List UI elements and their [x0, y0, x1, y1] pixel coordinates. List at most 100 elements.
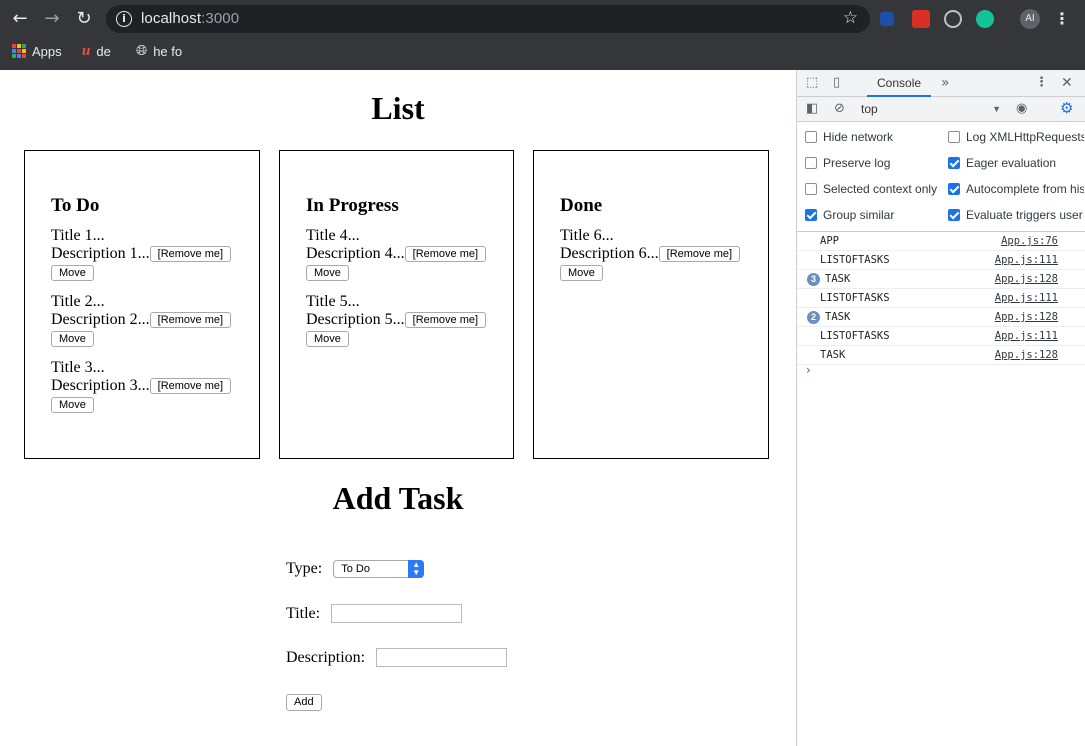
setting-group-similar[interactable]: Group similar — [805, 208, 945, 222]
source-link[interactable]: App.js:128 — [995, 270, 1058, 288]
checkbox[interactable] — [805, 209, 817, 221]
type-row: Type: To Do ▲ ▼ — [286, 560, 425, 578]
description-label: Description: — [286, 648, 366, 666]
apps-icon — [12, 44, 26, 58]
menu-icon[interactable]: ⋮ — [1054, 8, 1070, 30]
dropdown-arrow-icon: ▼ — [992, 104, 1001, 114]
console-message: APP App.js:76 — [797, 232, 1085, 251]
description-input[interactable] — [376, 648, 508, 667]
setting-eager-evaluation[interactable]: Eager evaluation — [948, 156, 1084, 170]
task-card: Title 6... Description 6... [Remove me] … — [560, 227, 768, 281]
sidebar-toggle-icon[interactable]: ◧ — [806, 101, 818, 117]
setting-hide-network[interactable]: Hide network — [805, 130, 945, 144]
remove-button[interactable]: [Remove me] — [404, 246, 487, 262]
extension-icon[interactable] — [912, 10, 930, 28]
inspect-element-icon[interactable]: ⬚ — [806, 75, 818, 91]
setting-selected-context-only[interactable]: Selected context only — [805, 182, 945, 196]
source-link[interactable]: App.js:111 — [995, 289, 1058, 307]
repeat-count-badge: 2 — [807, 311, 820, 324]
close-devtools-icon[interactable]: ✕ — [1061, 75, 1073, 91]
checkbox[interactable] — [948, 157, 960, 169]
console-toolbar: ◧ ⊘ top ▼ ◉ ⚙ — [797, 97, 1085, 122]
context-selector[interactable]: top ▼ — [861, 100, 1001, 119]
column-heading: Done — [560, 195, 603, 216]
add-row: Add — [286, 694, 322, 711]
device-toolbar-icon[interactable]: ▯ — [833, 75, 840, 91]
move-button[interactable]: Move — [560, 265, 603, 281]
checkbox[interactable] — [805, 183, 817, 195]
back-icon[interactable]: ← — [8, 7, 32, 31]
console-message: LISTOFTASKS App.js:111 — [797, 251, 1085, 270]
source-link[interactable]: App.js:128 — [995, 346, 1058, 364]
checkbox[interactable] — [948, 131, 960, 143]
task-card: Title 5... Description 5... [Remove me] … — [306, 293, 513, 347]
reload-icon[interactable]: ↻ — [72, 7, 96, 31]
setting-preserve-log[interactable]: Preserve log — [805, 156, 945, 170]
console-message: 2 TASK App.js:128 — [797, 308, 1085, 327]
column-to-do: To Do Title 1... Description 1... [Remov… — [24, 150, 260, 459]
repeat-count-badge: 3 — [807, 273, 820, 286]
setting-evaluate-triggers-user-activation[interactable]: Evaluate triggers user activation — [948, 208, 1084, 222]
bookmark-star-icon[interactable]: ☆ — [843, 8, 858, 28]
select-arrows-icon: ▲ ▼ — [408, 560, 425, 578]
title-label: Title: — [286, 604, 321, 622]
console-message: LISTOFTASKS App.js:111 — [797, 327, 1085, 346]
bookmark-apps[interactable]: Apps — [12, 42, 62, 60]
type-label: Type: — [286, 560, 323, 577]
title-input[interactable] — [331, 604, 463, 623]
bookmark-he-fo[interactable]: 🌐︎ he fo — [136, 42, 182, 60]
source-link[interactable]: App.js:111 — [995, 327, 1058, 345]
extension-icon[interactable] — [944, 10, 962, 28]
checkbox[interactable] — [805, 157, 817, 169]
console-settings: Hide network Log XMLHttpRequests Preserv… — [797, 122, 1085, 232]
url-text[interactable]: localhost:3000 — [141, 10, 239, 27]
remove-button[interactable]: [Remove me] — [404, 312, 487, 328]
move-button[interactable]: Move — [306, 265, 349, 281]
remove-button[interactable]: [Remove me] — [149, 246, 232, 262]
checkbox[interactable] — [805, 131, 817, 143]
column-in-progress: In Progress Title 4... Description 4... … — [279, 150, 514, 459]
remove-button[interactable]: [Remove me] — [149, 378, 232, 394]
console-log: APP App.js:76 LISTOFTASKS App.js:111 3 T… — [797, 232, 1085, 365]
source-link[interactable]: App.js:111 — [995, 251, 1058, 269]
source-link[interactable]: App.js:76 — [1001, 232, 1058, 250]
task-description: Description 2... — [51, 311, 150, 328]
task-card: Title 2... Description 2... [Remove me] … — [51, 293, 259, 347]
address-bar[interactable]: i localhost:3000 ☆ — [106, 5, 870, 33]
devtools-panel: ⬚ ▯ Console » ⋮ ✕ ◧ ⊘ top ▼ ◉ ⚙ Hide net… — [796, 70, 1085, 746]
task-title: Title 6... — [560, 227, 614, 244]
bookmark-favicon-icon: u — [82, 42, 91, 59]
tab-console[interactable]: Console — [867, 70, 932, 97]
bookmark-de[interactable]: u de — [82, 42, 111, 60]
avatar[interactable]: AI — [1020, 9, 1040, 29]
setting-autocomplete-from-history[interactable]: Autocomplete from history — [948, 182, 1084, 196]
move-button[interactable]: Move — [306, 331, 349, 347]
live-expression-eye-icon[interactable]: ◉ — [1016, 101, 1027, 117]
remove-button[interactable]: [Remove me] — [149, 312, 232, 328]
console-prompt[interactable]: › — [806, 363, 811, 377]
move-button[interactable]: Move — [51, 397, 94, 413]
setting-log-xmlhttprequests[interactable]: Log XMLHttpRequests — [948, 130, 1084, 144]
move-button[interactable]: Move — [51, 331, 94, 347]
remove-button[interactable]: [Remove me] — [658, 246, 741, 262]
checkbox[interactable] — [948, 209, 960, 221]
grammarly-icon[interactable] — [976, 10, 994, 28]
site-info-icon[interactable]: i — [116, 11, 132, 27]
devtools-menu-icon[interactable]: ⋮ — [1035, 75, 1048, 91]
task-description: Description 5... — [306, 311, 405, 328]
column-done: Done Title 6... Description 6... [Remove… — [533, 150, 769, 459]
console-message: LISTOFTASKS App.js:111 — [797, 289, 1085, 308]
source-link[interactable]: App.js:128 — [995, 308, 1058, 326]
add-button[interactable]: Add — [286, 694, 322, 711]
console-settings-gear-icon[interactable]: ⚙ — [1060, 100, 1073, 116]
move-button[interactable]: Move — [51, 265, 94, 281]
column-heading: In Progress — [306, 195, 399, 216]
extension-icon[interactable] — [880, 12, 894, 26]
checkbox[interactable] — [948, 183, 960, 195]
type-select[interactable]: To Do ▲ ▼ — [333, 560, 425, 578]
forward-icon[interactable]: → — [40, 7, 64, 31]
clear-console-icon[interactable]: ⊘ — [834, 101, 845, 117]
column-heading: To Do — [51, 195, 100, 216]
more-tabs-icon[interactable]: » — [941, 75, 950, 91]
description-row: Description: — [286, 648, 508, 667]
